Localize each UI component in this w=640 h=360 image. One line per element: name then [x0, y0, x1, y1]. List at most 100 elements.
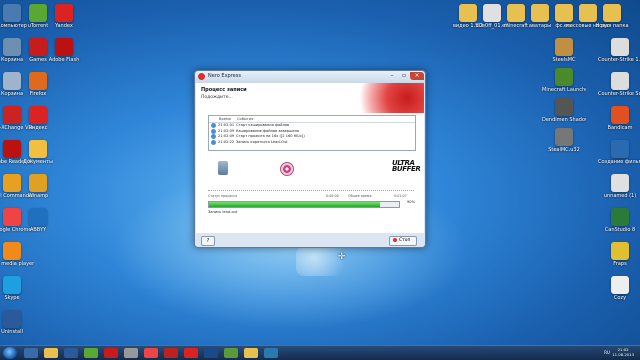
- shortcut-label: SteelsMC: [552, 57, 576, 63]
- taskbar: RU 21:02 11.08.2013: [0, 345, 640, 360]
- shortcut-label: Yandex: [55, 23, 73, 29]
- folder-label: Новая папка: [595, 23, 629, 29]
- desktop-shortcut[interactable]: Counter-Strike Source: [598, 72, 640, 97]
- desktop-shortcut[interactable]: unnamed (1): [598, 174, 640, 199]
- wallpaper-logo: [296, 246, 356, 276]
- desktop-folder[interactable]: Новая папка: [590, 4, 634, 29]
- progress-percent: 90%: [407, 200, 415, 204]
- header-subtitle: Подождите...: [201, 95, 233, 100]
- shortcut-icon: [29, 106, 47, 124]
- total-time-label: Общее время:: [348, 194, 373, 198]
- desktop-shortcut[interactable]: Яндекс: [16, 106, 60, 131]
- clock-date: 11.08.2013: [612, 351, 634, 357]
- shortcut-icon: [29, 208, 47, 226]
- desktop-shortcut[interactable]: Yandex: [42, 4, 86, 29]
- start-button[interactable]: [3, 347, 17, 359]
- language-indicator[interactable]: RU: [604, 350, 610, 355]
- taskbar-photoshop-icon[interactable]: [204, 348, 218, 358]
- log-header-time: Время: [219, 117, 231, 121]
- shortcut-label: CanStudio 8: [604, 227, 636, 233]
- shortcut-icon: [29, 140, 47, 158]
- desktop-shortcut[interactable]: Uninstall: [0, 310, 34, 335]
- progress-elapsed: 0:00:00: [326, 194, 339, 198]
- log-header: Время События: [209, 116, 415, 123]
- taskbar-folder-icon[interactable]: [44, 348, 58, 358]
- taskbar-chrome-icon[interactable]: [144, 348, 158, 358]
- maximize-button[interactable]: ▫: [399, 72, 409, 80]
- desktop-shortcut[interactable]: Winamp: [16, 174, 60, 199]
- total-time-value: 0:01:07: [394, 194, 407, 198]
- wizard-header: Процесс записи Подождите...: [196, 83, 424, 113]
- log-event: Запись короткого Lead-Out: [236, 139, 288, 144]
- shortcut-label: Яндекс: [28, 125, 48, 131]
- burn-visual: ULTRA BUFFER: [196, 157, 424, 181]
- desktop-shortcut[interactable]: Counter-Strike 1.6: [598, 38, 640, 63]
- log-row: 21:02:22 Запись короткого Lead-Out: [209, 139, 415, 146]
- header-title: Процесс записи: [201, 87, 247, 93]
- brand-line-2: BUFFER: [392, 165, 421, 173]
- progress-status-label: Статус процесса: [208, 194, 238, 198]
- progress-area: Статус процесса 0:00:00 Общее время: 0:0…: [208, 187, 415, 214]
- desktop-shortcut[interactable]: Cozy: [598, 276, 640, 301]
- shortcut-label: Uninstall: [1, 329, 23, 335]
- shortcut-icon: [611, 72, 629, 90]
- folder-icon: [603, 4, 621, 22]
- shortcut-icon: [611, 106, 629, 124]
- shortcut-label: Создание фильма: [598, 159, 640, 165]
- desktop-shortcut[interactable]: Minecraft Launcher: [542, 68, 586, 93]
- shortcut-label: StealMC.u32: [548, 147, 580, 153]
- shortcut-icon: [29, 174, 47, 192]
- desktop-shortcut[interactable]: CanStudio 8: [598, 208, 640, 233]
- taskbar-media-icon[interactable]: [64, 348, 78, 358]
- desktop-shortcut[interactable]: Skype: [0, 276, 34, 301]
- log-time: 21:02:22: [218, 139, 235, 144]
- shortcut-label: Firefox: [29, 91, 47, 97]
- taskbar-nero-icon[interactable]: [104, 348, 118, 358]
- shortcut-icon: [55, 38, 73, 56]
- desktop-shortcut[interactable]: SteelsMC: [542, 38, 586, 63]
- minimize-button[interactable]: –: [387, 72, 397, 80]
- stop-button[interactable]: Стоп: [389, 236, 417, 246]
- desktop-shortcut[interactable]: Bandicam: [598, 106, 640, 131]
- taskbar-app3-icon[interactable]: [244, 348, 258, 358]
- progress-fill: [209, 202, 380, 207]
- shortcut-label: Counter-Strike 1.6: [598, 57, 640, 63]
- shortcut-label: VLC media player: [0, 261, 34, 267]
- taskbar-yandex-icon[interactable]: [184, 348, 198, 358]
- title-bar[interactable]: Nero Express – ▫ ×: [195, 71, 425, 83]
- taskbar-app4-icon[interactable]: [264, 348, 278, 358]
- shortcut-icon: [611, 208, 629, 226]
- shortcut-label: Adobe Flash: [48, 57, 80, 63]
- taskbar-app-icon[interactable]: [124, 348, 138, 358]
- close-button[interactable]: ×: [410, 72, 424, 80]
- desktop-shortcut[interactable]: StealMC.u32: [542, 128, 586, 153]
- taskbar-explorer-icon[interactable]: [24, 348, 38, 358]
- desktop-shortcut[interactable]: Dendimen Shadow: [542, 98, 586, 123]
- shortcut-icon: [555, 38, 573, 56]
- desktop-shortcut[interactable]: Документы: [16, 140, 60, 165]
- desktop-shortcut[interactable]: Adobe Flash: [42, 38, 86, 63]
- status-text: Запись lead-out: [208, 210, 238, 214]
- shortcut-label: Bandicam: [607, 125, 633, 131]
- desktop-shortcut[interactable]: Создание фильма: [598, 140, 640, 165]
- stop-label: Стоп: [399, 238, 411, 243]
- event-icon: [211, 123, 216, 128]
- taskbar-opera-icon[interactable]: [164, 348, 178, 358]
- taskbar-app2-icon[interactable]: [224, 348, 238, 358]
- taskbar-utorrent-icon[interactable]: [84, 348, 98, 358]
- event-log[interactable]: Время События 21:02:01 Старт кэширования …: [208, 115, 416, 151]
- desktop-shortcut[interactable]: VLC media player: [0, 242, 34, 267]
- desktop-shortcut[interactable]: Fraps: [598, 242, 640, 267]
- ultra-buffer-logo: ULTRA BUFFER: [392, 160, 421, 173]
- crosshair-cursor: ✛: [338, 252, 346, 262]
- shortcut-icon: [611, 276, 629, 294]
- desktop-shortcut[interactable]: Firefox: [16, 72, 60, 97]
- shortcut-label: unnamed (1): [603, 193, 637, 199]
- shortcut-icon: [611, 242, 629, 260]
- clock[interactable]: 21:02 11.08.2013: [612, 347, 634, 357]
- shortcut-label: Fraps: [613, 261, 627, 267]
- desktop-shortcut[interactable]: ABBYY: [16, 208, 60, 233]
- help-button[interactable]: ?: [201, 236, 215, 246]
- shortcut-label: Counter-Strike Source: [598, 91, 640, 97]
- shortcut-icon: [611, 38, 629, 56]
